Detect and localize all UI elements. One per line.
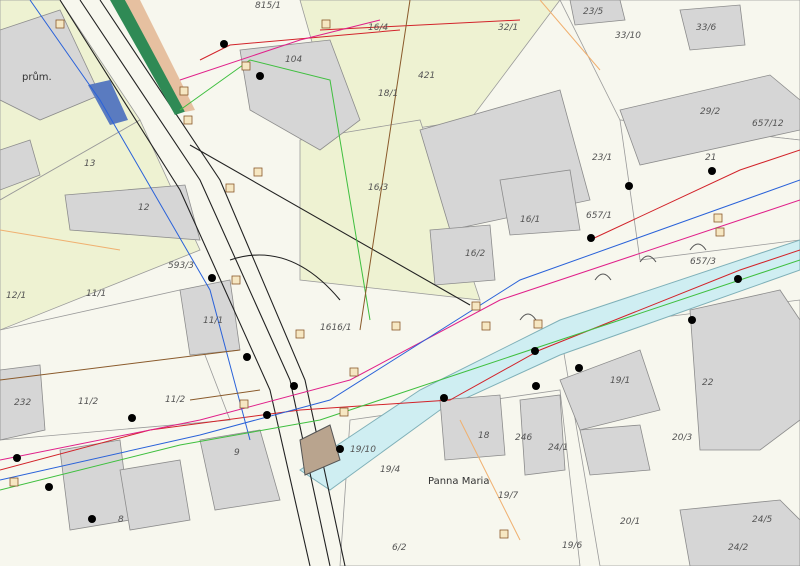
building [579, 424, 651, 476]
building [679, 499, 800, 566]
svg-text:12/1: 12/1 [6, 291, 26, 301]
svg-text:11/1: 11/1 [203, 316, 223, 326]
svg-text:13: 13 [84, 159, 96, 169]
svg-text:16/4: 16/4 [368, 23, 388, 33]
svg-text:prům.: prům. [22, 71, 52, 83]
building [689, 289, 800, 451]
svg-text:18/1: 18/1 [378, 89, 398, 99]
svg-text:246: 246 [515, 433, 532, 443]
svg-text:24/2: 24/2 [728, 543, 748, 553]
svg-text:593/3: 593/3 [168, 261, 194, 271]
building [119, 459, 191, 531]
svg-text:24/5: 24/5 [752, 515, 772, 525]
svg-text:20/3: 20/3 [672, 433, 692, 443]
svg-text:11/2: 11/2 [165, 395, 185, 405]
svg-text:24/1: 24/1 [548, 443, 568, 453]
svg-text:12: 12 [138, 203, 150, 213]
svg-text:32/1: 32/1 [498, 23, 518, 33]
building [439, 394, 506, 461]
building [199, 429, 281, 511]
map-canvas[interactable]: 815/1 16/4 32/1 23/5 33/10 33/6 prům. 10… [0, 0, 800, 566]
svg-text:11/1: 11/1 [86, 289, 106, 299]
svg-text:29/2: 29/2 [700, 107, 720, 117]
svg-text:232: 232 [14, 398, 31, 408]
svg-text:18: 18 [478, 431, 490, 441]
svg-text:11/2: 11/2 [78, 397, 98, 407]
svg-text:19/10: 19/10 [350, 445, 376, 455]
svg-text:6/2: 6/2 [392, 543, 407, 553]
svg-text:1616/1: 1616/1 [320, 323, 352, 333]
svg-text:815/1: 815/1 [255, 1, 281, 11]
svg-text:16/1: 16/1 [520, 215, 540, 225]
svg-text:33/10: 33/10 [615, 31, 641, 41]
svg-text:19/6: 19/6 [562, 541, 582, 551]
svg-text:104: 104 [285, 55, 302, 65]
svg-text:657/1: 657/1 [586, 211, 612, 221]
svg-text:23/1: 23/1 [592, 153, 612, 163]
svg-text:16/2: 16/2 [465, 249, 485, 259]
cadastral-map[interactable]: 815/1 16/4 32/1 23/5 33/10 33/6 prům. 10… [0, 0, 800, 566]
svg-text:Panna Maria: Panna Maria [428, 476, 489, 487]
svg-text:33/6: 33/6 [696, 23, 716, 33]
svg-text:20/1: 20/1 [620, 517, 640, 527]
svg-text:19/4: 19/4 [380, 465, 400, 475]
building [499, 169, 581, 236]
svg-text:22: 22 [702, 378, 714, 388]
svg-text:16/3: 16/3 [368, 183, 388, 193]
svg-text:23/5: 23/5 [583, 7, 603, 17]
svg-text:8: 8 [118, 515, 124, 525]
svg-text:19/1: 19/1 [610, 376, 630, 386]
svg-text:9: 9 [234, 448, 240, 458]
svg-text:19/7: 19/7 [498, 491, 518, 501]
svg-text:421: 421 [418, 71, 435, 81]
building [429, 224, 496, 286]
svg-text:21: 21 [705, 153, 716, 163]
svg-text:657/3: 657/3 [690, 257, 716, 267]
svg-text:657/12: 657/12 [752, 119, 784, 129]
